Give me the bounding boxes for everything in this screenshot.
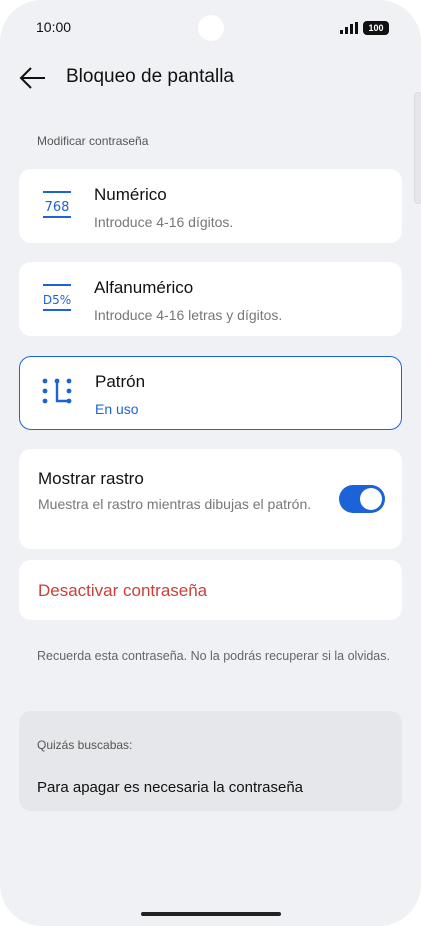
home-indicator[interactable]: [141, 912, 281, 916]
show-trail-description: Muestra el rastro mientras dibujas el pa…: [38, 496, 312, 512]
svg-text:768: 768: [45, 200, 70, 215]
phone-screen: 10:00 100 Bloqueo de pantalla Modificar …: [0, 0, 421, 926]
option-title: Numérico: [94, 185, 167, 204]
option-status: En uso: [95, 401, 139, 417]
password-warning-note: Recuerda esta contraseña. No la podrás r…: [37, 649, 390, 663]
numeric-keypad-icon: 768: [43, 191, 71, 218]
suggestion-link[interactable]: Para apagar es necesaria la contraseña: [37, 779, 303, 796]
arrow-left-icon: [19, 67, 45, 89]
front-camera: [198, 15, 224, 41]
status-time: 10:00: [36, 19, 72, 35]
app-header: Bloqueo de pantalla: [0, 56, 421, 100]
signal-bars-icon: [340, 22, 358, 34]
suggestions-card: Quizás buscabas: Para apagar es necesari…: [19, 711, 402, 811]
battery-icon: 100: [363, 21, 389, 35]
option-pattern[interactable]: Patrón En uso: [19, 356, 402, 430]
show-trail-toggle[interactable]: [339, 485, 385, 513]
disable-password-button[interactable]: Desactivar contraseña: [19, 560, 402, 620]
option-title: Patrón: [95, 372, 146, 391]
back-button[interactable]: [18, 64, 48, 92]
disable-password-label: Desactivar contraseña: [38, 581, 208, 600]
option-subtitle: Introduce 4-16 letras y dígitos.: [94, 307, 283, 323]
option-alphanumeric[interactable]: D5% Alfanumérico Introduce 4-16 letras y…: [19, 262, 402, 336]
alphanumeric-icon: D5%: [43, 284, 71, 311]
show-trail-row[interactable]: Mostrar rastro Muestra el rastro mientra…: [19, 449, 402, 549]
option-numeric[interactable]: 768 Numérico Introduce 4-16 dígitos.: [19, 169, 402, 243]
option-title: Alfanumérico: [94, 278, 194, 297]
option-subtitle: Introduce 4-16 dígitos.: [94, 214, 234, 230]
scrollbar[interactable]: [414, 92, 421, 204]
show-trail-title: Mostrar rastro: [38, 469, 144, 488]
toggle-knob: [360, 488, 382, 510]
section-label: Modificar contraseña: [37, 134, 149, 148]
pattern-grid-icon: [42, 378, 72, 404]
page-title: Bloqueo de pantalla: [66, 66, 234, 87]
suggestions-label: Quizás buscabas:: [37, 738, 133, 752]
status-bar: 10:00 100: [0, 0, 421, 56]
svg-text:D5%: D5%: [43, 293, 71, 307]
